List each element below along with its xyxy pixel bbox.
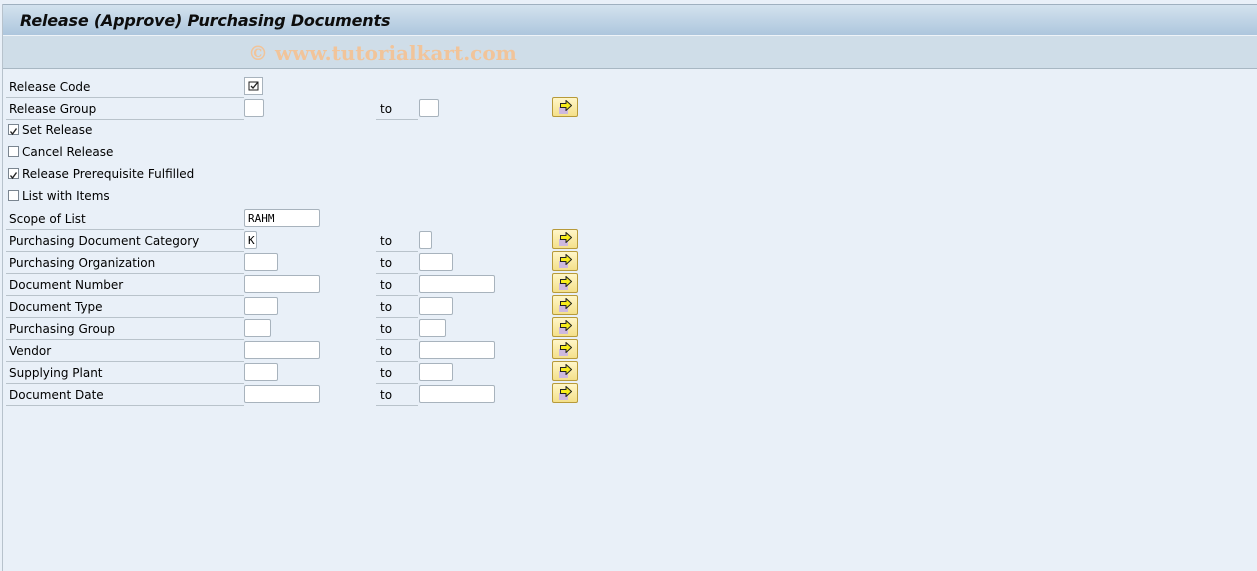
arrow-right-icon bbox=[560, 100, 572, 111]
list-with-items-label: List with Items bbox=[22, 189, 110, 203]
scope-of-list-input[interactable]: RAHM bbox=[244, 209, 320, 227]
purchasing-group-to-label: to bbox=[380, 322, 393, 336]
purchasing-group-label: Purchasing Group bbox=[9, 322, 116, 336]
purchasing-group-from-input[interactable] bbox=[244, 319, 271, 337]
release-group-multiple-selection-button[interactable] bbox=[552, 97, 578, 117]
arrow-right-icon bbox=[560, 386, 572, 397]
purchasing-group-multiple-selection-button[interactable] bbox=[552, 317, 578, 337]
arrow-right-icon bbox=[560, 254, 572, 265]
document-date-label: Document Date bbox=[9, 388, 104, 402]
supplying-plant-from-input[interactable] bbox=[244, 363, 278, 381]
document-date-multiple-selection-button[interactable] bbox=[552, 383, 578, 403]
purchasing-document-category-to-label: to bbox=[380, 234, 393, 248]
checkmark-icon bbox=[9, 172, 18, 180]
cancel-release-checkbox[interactable] bbox=[8, 146, 19, 157]
vendor-to-label: to bbox=[380, 344, 393, 358]
release-group-to-label: to bbox=[380, 102, 393, 116]
document-type-multiple-selection-button[interactable] bbox=[552, 295, 578, 315]
release-code-checkbox[interactable] bbox=[244, 77, 263, 95]
purchasing-document-category-to-input[interactable] bbox=[419, 231, 432, 249]
set-release-label: Set Release bbox=[22, 123, 93, 137]
title-bar: Release (Approve) Purchasing Documents bbox=[3, 4, 1257, 35]
cancel-release-label: Cancel Release bbox=[22, 145, 114, 159]
arrow-right-icon bbox=[560, 298, 572, 309]
release-group-to-input[interactable] bbox=[419, 99, 439, 117]
document-type-to-input[interactable] bbox=[419, 297, 453, 315]
page-title: Release (Approve) Purchasing Documents bbox=[20, 11, 391, 30]
purchasing-organization-to-input[interactable] bbox=[419, 253, 453, 271]
document-date-from-input[interactable] bbox=[244, 385, 320, 403]
document-type-label: Document Type bbox=[9, 300, 103, 314]
list-with-items-row: List with Items bbox=[6, 187, 306, 207]
release-group-label: Release Group bbox=[9, 102, 97, 116]
supplying-plant-label: Supplying Plant bbox=[9, 366, 103, 380]
release-prerequisite-row: Release Prerequisite Fulfilled bbox=[6, 165, 306, 185]
scope-of-list-label: Scope of List bbox=[9, 212, 86, 226]
purchasing-document-category-label: Purchasing Document Category bbox=[9, 234, 200, 248]
arrow-right-icon bbox=[560, 364, 572, 375]
purchasing-document-category-from-input[interactable]: K bbox=[244, 231, 257, 249]
list-with-items-checkbox[interactable] bbox=[8, 190, 19, 201]
supplying-plant-multiple-selection-button[interactable] bbox=[552, 361, 578, 381]
checkmark-icon bbox=[248, 81, 259, 91]
release-prerequisite-checkbox[interactable] bbox=[8, 168, 19, 180]
document-date-to-input[interactable] bbox=[419, 385, 495, 403]
purchasing-document-category-multiple-selection-button[interactable] bbox=[552, 229, 578, 249]
release-prerequisite-label: Release Prerequisite Fulfilled bbox=[22, 167, 195, 181]
supplying-plant-to-label: to bbox=[380, 366, 393, 380]
vendor-to-input[interactable] bbox=[419, 341, 495, 359]
set-release-checkbox[interactable] bbox=[8, 124, 19, 136]
vendor-label: Vendor bbox=[9, 344, 52, 358]
application-toolbar: © www.tutorialkart.com bbox=[3, 35, 1257, 69]
cancel-release-row: Cancel Release bbox=[6, 143, 306, 163]
arrow-right-icon bbox=[560, 320, 572, 331]
purchasing-organization-to-label: to bbox=[380, 256, 393, 270]
document-type-from-input[interactable] bbox=[244, 297, 278, 315]
vendor-from-input[interactable] bbox=[244, 341, 320, 359]
document-type-to-label: to bbox=[380, 300, 393, 314]
purchasing-organization-multiple-selection-button[interactable] bbox=[552, 251, 578, 271]
set-release-row: Set Release bbox=[6, 121, 306, 141]
purchasing-organization-label: Purchasing Organization bbox=[9, 256, 156, 270]
document-number-to-label: to bbox=[380, 278, 393, 292]
purchasing-organization-from-input[interactable] bbox=[244, 253, 278, 271]
watermark: © www.tutorialkart.com bbox=[248, 41, 517, 65]
arrow-right-icon bbox=[560, 276, 572, 287]
document-number-label: Document Number bbox=[9, 278, 124, 292]
document-date-to-label: to bbox=[380, 388, 393, 402]
release-code-label: Release Code bbox=[9, 80, 91, 94]
document-number-from-input[interactable] bbox=[244, 275, 320, 293]
arrow-right-icon bbox=[560, 232, 572, 243]
arrow-right-icon bbox=[560, 342, 572, 353]
release-group-from-input[interactable] bbox=[244, 99, 264, 117]
purchasing-group-to-input[interactable] bbox=[419, 319, 446, 337]
vendor-multiple-selection-button[interactable] bbox=[552, 339, 578, 359]
checkmark-icon bbox=[9, 128, 18, 136]
document-number-to-input[interactable] bbox=[419, 275, 495, 293]
document-number-multiple-selection-button[interactable] bbox=[552, 273, 578, 293]
supplying-plant-to-input[interactable] bbox=[419, 363, 453, 381]
